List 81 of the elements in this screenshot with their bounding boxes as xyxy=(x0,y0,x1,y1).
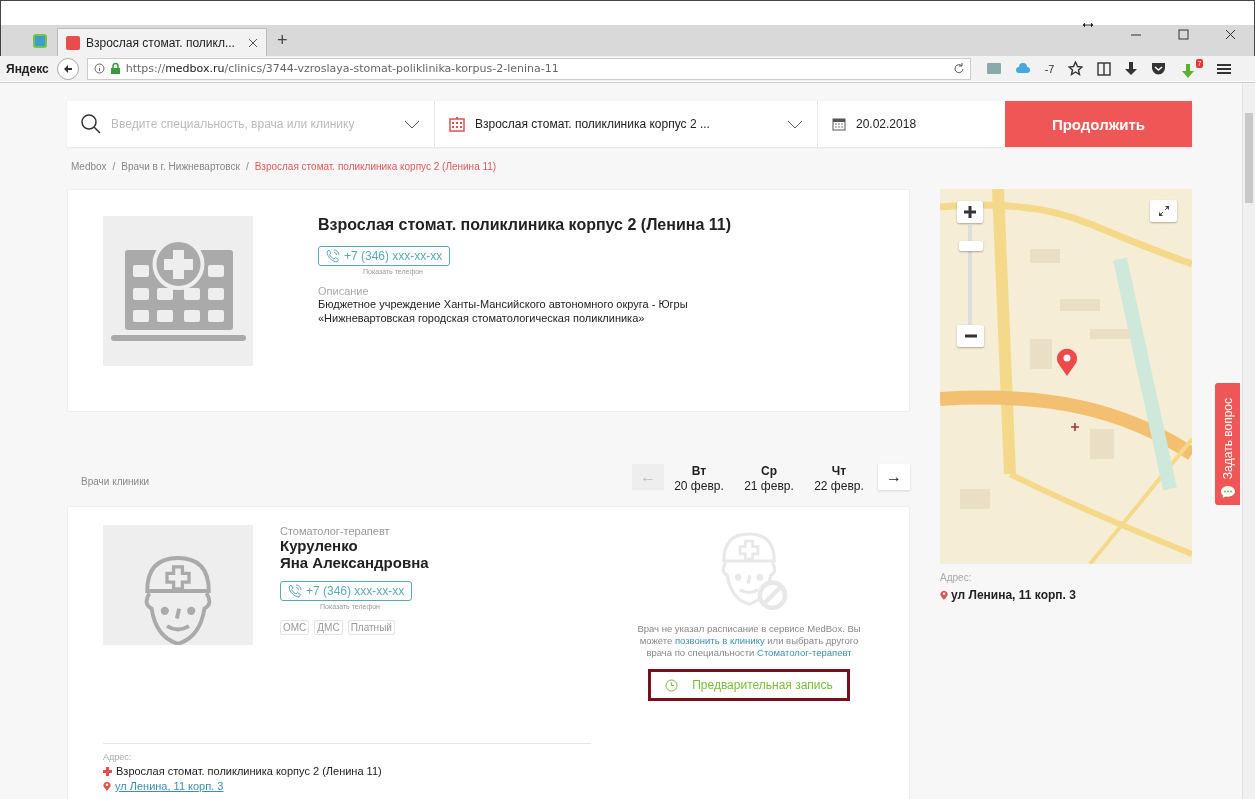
search-field[interactable]: Введите специальность, врача или клинику xyxy=(67,101,435,147)
info-icon[interactable] xyxy=(93,63,105,74)
address-label: Адрес: xyxy=(940,572,973,583)
zoom-in-button[interactable] xyxy=(957,201,983,223)
zoom-slider-handle[interactable] xyxy=(959,241,983,251)
star-icon[interactable] xyxy=(1068,61,1084,76)
doctor-specialty: Стоматолог-терапевт xyxy=(280,525,391,537)
doctor-name[interactable]: Куруленко xyxy=(280,537,624,554)
pre-booking-button[interactable]: Предварительная запись xyxy=(648,669,850,701)
site-logo-icon xyxy=(66,35,80,50)
description-label: Описание xyxy=(318,285,370,297)
search-icon xyxy=(81,114,101,134)
breadcrumb-link[interactable]: Medbox xyxy=(71,160,107,172)
menu-icon[interactable] xyxy=(1217,62,1232,75)
breadcrumb-separator: / xyxy=(112,160,116,172)
insurance-tag: Платный xyxy=(347,620,395,635)
no-schedule-message: Врач не указал расписание в сервисе MedBox. Вы можете позвонить в клинику или выбрать другого врача по специальности Стоматолог-терапевт xyxy=(636,623,862,659)
close-icon[interactable] xyxy=(1225,29,1236,40)
phone-icon xyxy=(288,584,302,598)
clock-icon xyxy=(665,678,679,692)
lock-icon[interactable] xyxy=(110,63,120,74)
insurance-tag: ДМС xyxy=(314,620,343,635)
weekday-label: Ср xyxy=(761,464,777,479)
medical-cross-icon xyxy=(103,766,112,776)
weather-temperature: -7 xyxy=(1044,62,1055,75)
clinic-select[interactable]: Взрослая стомат. поликлиника корпус 2 ... xyxy=(435,101,818,147)
browser-brand[interactable]: Яндекс xyxy=(6,61,49,76)
address-text: ул Ленина, 11 корп. 3 xyxy=(951,588,1076,602)
weekday-label: Чт xyxy=(831,464,847,479)
insurance-tag: ОМС xyxy=(280,620,310,635)
fullscreen-button[interactable] xyxy=(1150,200,1177,222)
clinic-name: Взрослая стомат. поликлиника корпус 2 (Ленина 11) xyxy=(116,765,382,777)
scrollbar-thumb[interactable] xyxy=(1245,113,1253,203)
medical-cross-icon xyxy=(1070,422,1080,432)
browser-tab[interactable]: Взрослая стомат. поликл... xyxy=(57,28,267,56)
text-link[interactable]: позвонить в клинику xyxy=(674,635,765,646)
phone-icon xyxy=(326,249,340,263)
pocket-icon[interactable] xyxy=(1151,62,1167,75)
calendar-icon xyxy=(832,117,846,131)
doctor-name[interactable]: Яна Александровна xyxy=(280,554,624,571)
description-text: «Нижневартовская городская стоматологическая поликлиника» xyxy=(318,311,646,325)
phone-button[interactable]: +7 (346) xxx-xx-xx xyxy=(280,581,413,601)
next-days-button[interactable]: → xyxy=(878,464,910,490)
address-bar[interactable]: https://medbox.ru/clinics/3744-vzroslaya-stomat-poliklinika-korpus-2-lenina-11 xyxy=(86,57,971,80)
download-icon[interactable] xyxy=(1125,61,1138,76)
section-title: Врачи клиники xyxy=(81,476,151,487)
description-text: Бюджетное учреждение Ханты-Мансийского автономного округа - Югры xyxy=(318,297,689,311)
continue-button[interactable]: Продолжить xyxy=(1005,101,1192,147)
text-link[interactable]: Стоматолог-терапевт xyxy=(757,647,852,658)
close-icon[interactable] xyxy=(248,37,258,48)
breadcrumb-separator: / xyxy=(245,160,249,172)
address-label: Адрес: xyxy=(103,752,133,762)
back-arrow-icon xyxy=(62,63,73,74)
back-button[interactable] xyxy=(56,57,79,80)
chevron-down-icon[interactable] xyxy=(404,119,420,129)
new-tab-button[interactable]: + xyxy=(277,30,288,51)
weekday-label: Вт xyxy=(691,464,707,479)
location-pin-icon xyxy=(103,781,111,791)
clinic-name: Взрослая стомат. поликлиника корпус 2 (Ленина 11) xyxy=(318,216,731,234)
expand-icon xyxy=(1157,205,1170,217)
breadcrumb-link[interactable]: Врачи в г. Нижневартовск xyxy=(121,160,240,172)
hospital-building-icon xyxy=(110,240,246,342)
maximize-icon[interactable] xyxy=(1178,29,1189,40)
chevron-down-icon[interactable] xyxy=(787,119,803,129)
map-pin-icon[interactable] xyxy=(1056,348,1078,376)
date-label: 21 февр. xyxy=(744,479,794,494)
scrollbar[interactable] xyxy=(1242,83,1255,799)
reading-list-icon[interactable] xyxy=(1097,61,1112,76)
date-label: 22 февр. xyxy=(814,479,864,494)
chat-bubble-icon[interactable] xyxy=(1219,485,1236,499)
minus-icon xyxy=(963,334,978,338)
plus-icon xyxy=(963,205,977,219)
address-link[interactable]: ул Ленина, 11 корп. 3 xyxy=(115,780,224,792)
hospital-icon xyxy=(449,116,465,132)
date-field[interactable]: 20.02.2018 xyxy=(818,101,1005,147)
location-pin-icon xyxy=(940,590,948,600)
reload-icon[interactable] xyxy=(952,63,964,74)
resize-icon[interactable] xyxy=(1082,21,1094,29)
zoom-out-button[interactable] xyxy=(957,325,984,347)
phone-button[interactable]: +7 (346) xxx-xx-xx xyxy=(318,246,451,266)
date-label: 20 февр. xyxy=(674,479,724,494)
